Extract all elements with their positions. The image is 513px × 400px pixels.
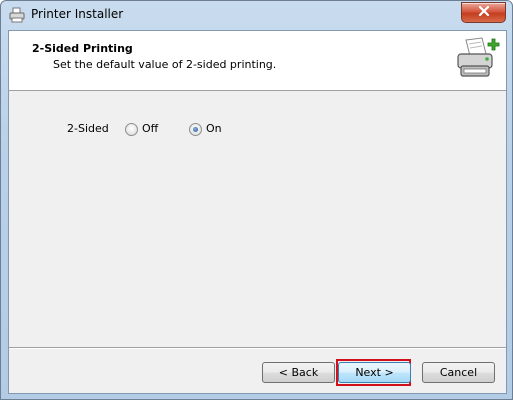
- next-button[interactable]: Next >: [338, 362, 411, 383]
- two-sided-label: 2-Sided: [67, 122, 109, 135]
- title-bar[interactable]: Printer Installer: [1, 1, 512, 29]
- back-button[interactable]: < Back: [262, 362, 335, 383]
- wizard-header: 2-Sided Printing Set the default value o…: [9, 31, 506, 91]
- close-x-icon: [478, 5, 490, 19]
- radio-on[interactable]: [189, 123, 202, 136]
- printer-installer-icon: [9, 7, 25, 23]
- close-button[interactable]: [461, 2, 506, 23]
- radio-off[interactable]: [125, 123, 138, 136]
- footer-divider: [9, 347, 506, 349]
- page-subtitle: Set the default value of 2-sided printin…: [53, 58, 277, 71]
- printer-add-icon: [454, 36, 500, 82]
- radio-off-label[interactable]: Off: [142, 122, 158, 135]
- wizard-body: 2-Sided Printing Set the default value o…: [8, 30, 507, 394]
- radio-on-label[interactable]: On: [206, 122, 222, 135]
- window-title: Printer Installer: [31, 7, 124, 21]
- cancel-button[interactable]: Cancel: [422, 362, 495, 383]
- installer-window: Printer Installer 2-Sided Printing Set t…: [0, 0, 513, 400]
- page-title: 2-Sided Printing: [32, 42, 133, 55]
